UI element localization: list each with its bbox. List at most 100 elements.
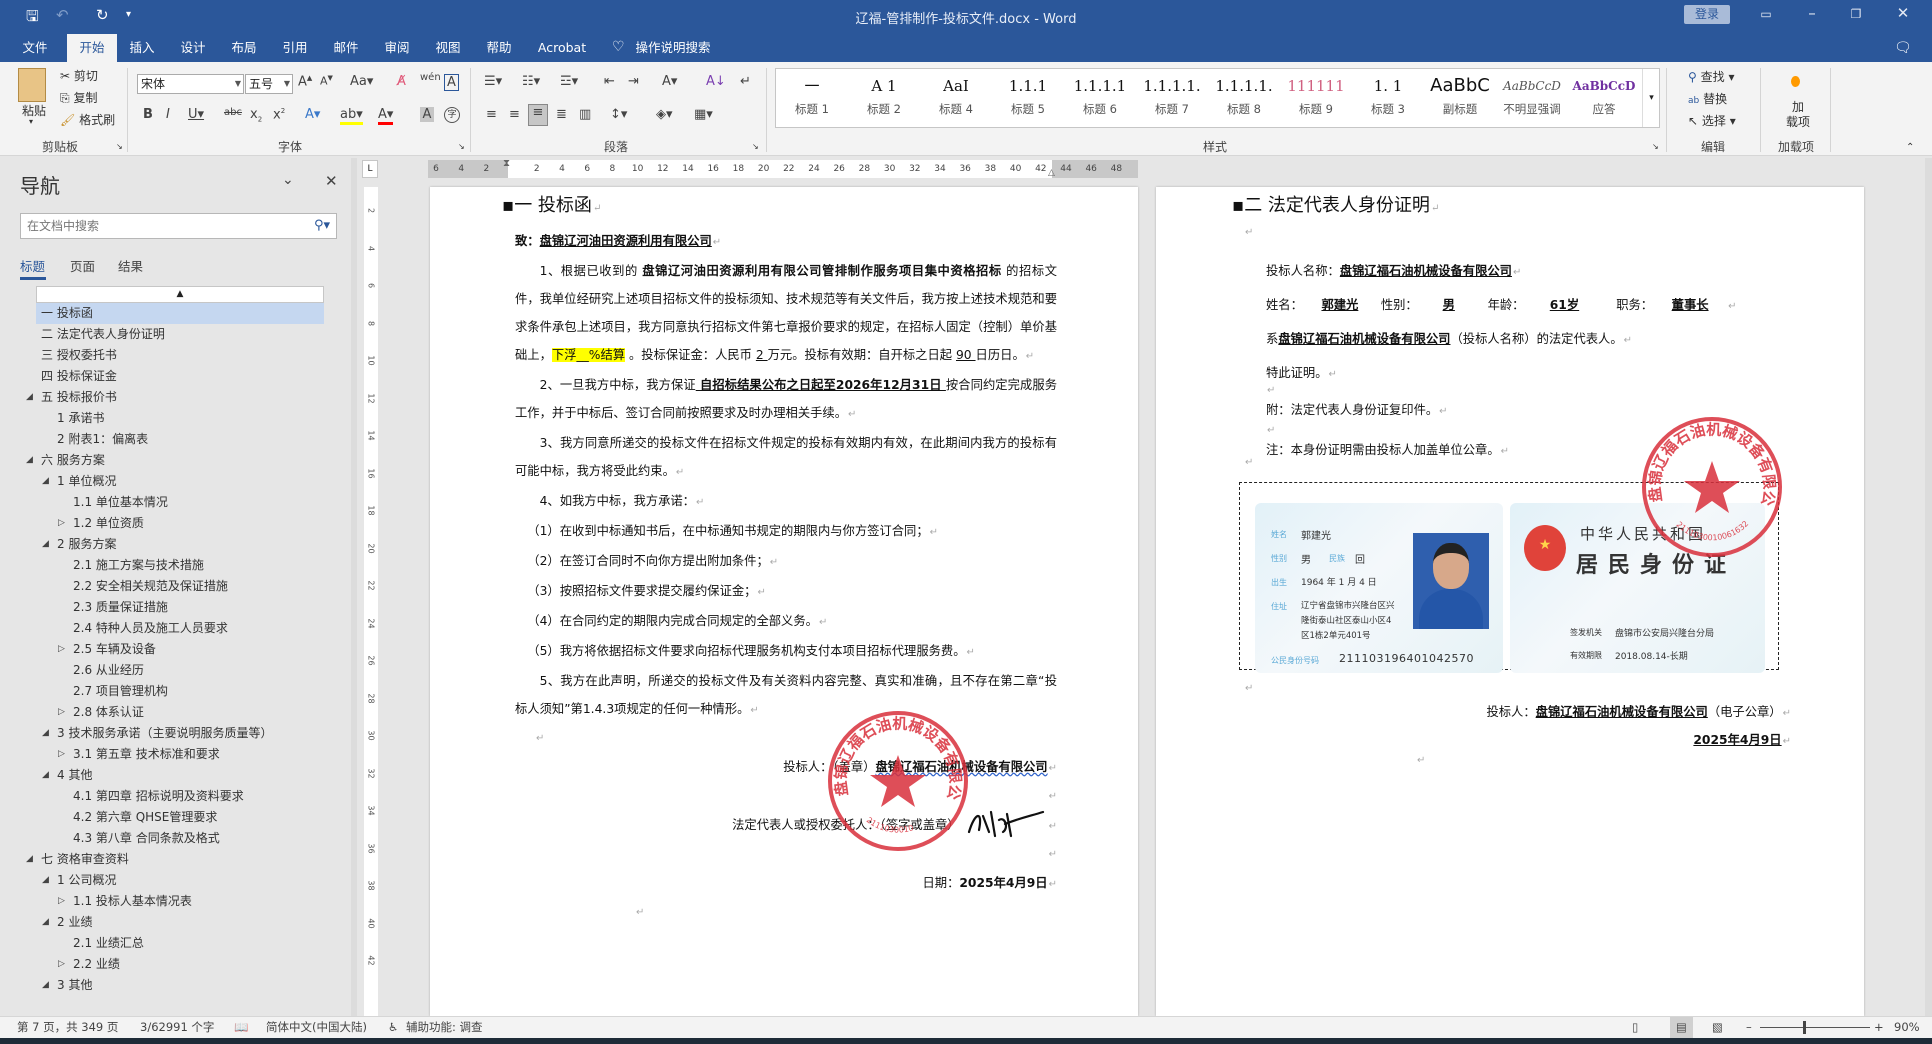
text-direction-icon[interactable]: A▾	[662, 74, 677, 89]
show-marks-icon[interactable]: ↵	[740, 74, 751, 89]
zoom-slider-thumb[interactable]	[1803, 1021, 1806, 1034]
enclose-characters-icon[interactable]: 字	[444, 107, 460, 123]
style-heading-5[interactable]: 1.1.1 标题 5	[992, 69, 1064, 127]
indent-marker-icon[interactable]: ⧗	[503, 158, 510, 169]
nav-tab-headings[interactable]: 标题	[20, 256, 45, 275]
nav-heading-item[interactable]: 4.3 第八章 合同条款及格式	[36, 828, 324, 849]
tab-design[interactable]: 设计	[173, 34, 213, 62]
sort-icon[interactable]: A↓	[706, 74, 726, 89]
accessibility-status[interactable]: 辅助功能: 调查	[406, 1017, 483, 1038]
nav-heading-item[interactable]: 2.4 特种人员及施工人员要求	[36, 618, 324, 639]
collapsed-triangle-icon[interactable]: ▷	[58, 702, 65, 723]
nav-heading-item[interactable]: 一 投标函	[36, 303, 324, 324]
nav-heading-item[interactable]: ◢ 4 其他	[36, 765, 324, 786]
expanded-triangle-icon[interactable]: ◢	[42, 534, 49, 555]
multilevel-list-icon[interactable]: ☲▾	[560, 74, 578, 89]
word-count[interactable]: 3/62991 个字	[140, 1017, 214, 1038]
align-center-icon[interactable]: ≡	[509, 107, 520, 122]
tab-mailings[interactable]: 邮件	[326, 34, 366, 62]
styles-more-button[interactable]: ▾	[1642, 69, 1660, 127]
expanded-triangle-icon[interactable]: ◢	[26, 450, 33, 471]
nav-heading-item[interactable]: ◢ 1 公司概况	[36, 870, 324, 891]
nav-heading-item[interactable]: ▷ 3.1 第五章 技术标准和要求	[36, 744, 324, 765]
nav-heading-item[interactable]: 2.3 质量保证措施	[36, 597, 324, 618]
tell-me-search[interactable]: 操作说明搜索	[632, 34, 714, 62]
zoom-out-button[interactable]: –	[1746, 1017, 1752, 1038]
right-indent-marker-icon[interactable]: △	[1048, 168, 1055, 178]
subscript-icon[interactable]: x2	[250, 107, 262, 124]
bold-icon[interactable]: B	[143, 107, 153, 122]
nav-heading-item[interactable]: ▷ 2.8 体系认证	[36, 702, 324, 723]
paste-button[interactable]: 粘贴	[22, 102, 46, 119]
numbering-icon[interactable]: ☷▾	[522, 74, 540, 89]
underline-icon[interactable]: U▾	[188, 107, 204, 122]
nav-scrollbar[interactable]	[351, 158, 357, 1016]
expanded-triangle-icon[interactable]: ◢	[42, 870, 49, 891]
style-heading-6[interactable]: 1.1.1.1 标题 6	[1064, 69, 1136, 127]
tab-layout[interactable]: 布局	[224, 34, 264, 62]
font-size-select[interactable]: 五号 ▼	[245, 74, 293, 94]
style-heading-4[interactable]: AaI 标题 4	[920, 69, 992, 127]
nav-heading-item[interactable]: ◢ 七 资格审查资料	[26, 849, 324, 870]
collapsed-triangle-icon[interactable]: ▷	[58, 954, 65, 975]
expanded-triangle-icon[interactable]: ◢	[42, 912, 49, 933]
find-button[interactable]: ⚲ 查找 ▾	[1688, 68, 1734, 85]
nav-heading-item[interactable]: 2.6 从业经历	[36, 660, 324, 681]
nav-heading-item[interactable]: 三 授权委托书	[36, 345, 324, 366]
italic-icon[interactable]: I	[166, 107, 170, 122]
text-effects-icon[interactable]: A▾	[305, 107, 320, 122]
addins-button[interactable]: 加 载项	[1786, 100, 1810, 130]
style-subtle-emphasis[interactable]: AaBbCcD 不明显强调	[1496, 69, 1568, 127]
nav-heading-item[interactable]: ◢ 六 服务方案	[26, 450, 324, 471]
style-heading-9[interactable]: 111111 标题 9	[1280, 69, 1352, 127]
style-heading-8[interactable]: 1.1.1.1. 标题 8	[1208, 69, 1280, 127]
phonetic-guide-icon[interactable]: wén	[420, 72, 441, 83]
restore-icon[interactable]: ❐	[1841, 7, 1871, 21]
zoom-level[interactable]: 90%	[1894, 1017, 1920, 1038]
bullets-icon[interactable]: ☰▾	[484, 74, 502, 89]
collapsed-triangle-icon[interactable]: ▷	[58, 639, 65, 660]
nav-heading-item[interactable]: ▷ 2.2 业绩	[36, 954, 324, 975]
proofing-icon[interactable]: 📖	[234, 1017, 248, 1038]
nav-heading-item[interactable]: ▷ 2.5 车辆及设备	[36, 639, 324, 660]
tab-home[interactable]: 开始	[67, 34, 117, 62]
read-mode-icon[interactable]: ▯	[1632, 1017, 1638, 1038]
collapse-ribbon-icon[interactable]: ⌃	[1906, 142, 1914, 153]
nav-heading-item[interactable]: ▷ 1.2 单位资质	[36, 513, 324, 534]
close-icon[interactable]: ✕	[325, 172, 338, 190]
language[interactable]: 简体中文(中国大陆)	[266, 1017, 367, 1038]
justify-icon[interactable]: ≣	[556, 107, 567, 122]
borders-icon[interactable]: ▦▾	[694, 107, 713, 122]
tab-review[interactable]: 审阅	[377, 34, 417, 62]
tab-help[interactable]: 帮助	[479, 34, 519, 62]
nav-heading-item[interactable]: 2.1 业绩汇总	[36, 933, 324, 954]
shrink-font-icon[interactable]: A▼	[320, 74, 333, 88]
page-count[interactable]: 第 7 页，共 349 页	[17, 1017, 118, 1038]
nav-heading-item[interactable]: ◢ 2 业绩	[36, 912, 324, 933]
nav-heading-item[interactable]: ▷ 1.1 投标人基本情况表	[36, 891, 324, 912]
format-painter-button[interactable]: 🖌 格式刷	[60, 111, 115, 128]
select-button[interactable]: ↖ 选择 ▾	[1688, 112, 1736, 129]
nav-heading-item[interactable]: 2.1 施工方案与技术措施	[36, 555, 324, 576]
expanded-triangle-icon[interactable]: ◢	[42, 975, 49, 996]
style-heading-3[interactable]: 1. 1 标题 3	[1352, 69, 1424, 127]
clear-formatting-icon[interactable]: A̸	[397, 74, 406, 89]
zoom-in-button[interactable]: +	[1874, 1017, 1884, 1038]
ribbon-display-options-icon[interactable]: ▭	[1751, 7, 1781, 21]
expanded-triangle-icon[interactable]: ◢	[42, 471, 49, 492]
align-left-icon[interactable]: ≡	[486, 107, 497, 122]
strikethrough-icon[interactable]: abc	[224, 107, 242, 118]
nav-search-input[interactable]: 在文档中搜索 ⚲▾	[20, 213, 337, 239]
nav-tab-pages[interactable]: 页面	[70, 256, 95, 275]
web-layout-icon[interactable]: ▧	[1712, 1017, 1723, 1038]
font-name-select[interactable]: 宋体 ▼	[137, 74, 244, 94]
login-button[interactable]: 登录	[1684, 5, 1730, 24]
cut-button[interactable]: ✂ 剪切	[60, 67, 98, 84]
style-heading-1[interactable]: 一标题 1	[776, 69, 848, 127]
dialog-launcher-icon[interactable]: ↘	[458, 142, 465, 151]
tab-acrobat[interactable]: Acrobat	[530, 34, 594, 62]
nav-heading-item[interactable]: 4.1 第四章 招标说明及资料要求	[36, 786, 324, 807]
nav-heading-item[interactable]: ◢ 3 其他	[36, 975, 324, 996]
style-subtitle[interactable]: AaBbC 副标题	[1424, 69, 1496, 127]
print-layout-icon[interactable]: ▤	[1670, 1017, 1693, 1038]
